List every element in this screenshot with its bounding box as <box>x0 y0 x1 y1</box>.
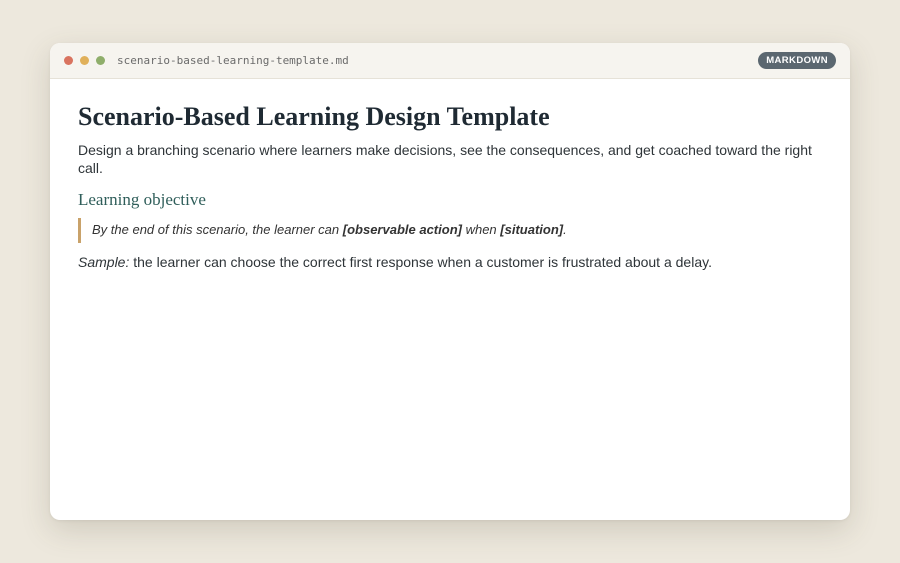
objective-prefix: By the end of this scenario, the learner… <box>92 221 343 237</box>
document-title: Scenario-Based Learning Design Template <box>78 102 550 131</box>
section-heading-learning-objective: Learning objective <box>78 189 206 209</box>
objective-suffix: . <box>563 221 567 237</box>
document-content: Scenario-Based Learning Design Template … <box>50 79 850 271</box>
file-type-badge: MARKDOWN <box>758 52 836 69</box>
sample-text: the learner can choose the correct first… <box>129 253 712 270</box>
title-bar: scenario-based-learning-template.md MARK… <box>50 43 850 79</box>
file-name: scenario-based-learning-template.md <box>117 54 349 67</box>
maximize-window-dot[interactable] <box>96 56 105 65</box>
close-window-dot[interactable] <box>64 56 73 65</box>
sample-label: Sample: <box>78 253 130 270</box>
objective-blockquote: By the end of this scenario, the learner… <box>78 217 822 243</box>
document-window: scenario-based-learning-template.md MARK… <box>50 43 850 520</box>
objective-situation-placeholder: [situation] <box>500 221 564 237</box>
sample-objective: Sample: the learner can choose the corre… <box>78 253 822 271</box>
objective-action-placeholder: [observable action] <box>342 221 462 237</box>
minimize-window-dot[interactable] <box>80 56 89 65</box>
objective-middle: when <box>461 221 501 237</box>
document-lead: Design a branching scenario where learne… <box>78 142 812 177</box>
